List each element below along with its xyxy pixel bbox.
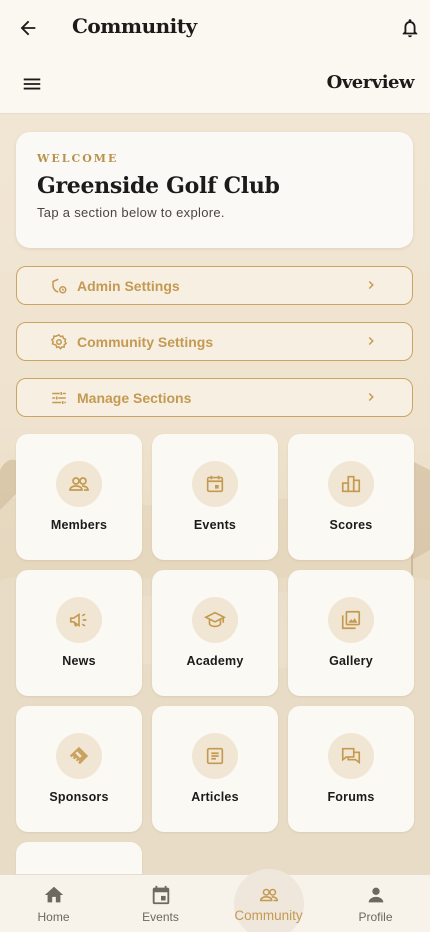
manage-sections-button[interactable]: Manage Sections (16, 378, 413, 417)
section-header: Overview (0, 56, 430, 114)
tile-label: Members (50, 518, 108, 532)
top-app-bar: Community (0, 0, 430, 56)
tile-label: Sponsors (49, 790, 109, 804)
tile-forums[interactable]: Forums (288, 706, 414, 832)
tile-news[interactable]: News (16, 570, 142, 696)
tile-label: Academy (186, 654, 244, 668)
bottom-navigation: Home Events Community Profile (0, 869, 430, 932)
forum-icon (328, 733, 374, 779)
hamburger-icon (23, 78, 41, 90)
tile-label: Scores (329, 518, 373, 532)
handshake-icon (56, 733, 102, 779)
nav-home[interactable]: Home (0, 875, 107, 932)
menu-button[interactable] (12, 64, 52, 104)
nav-label: Profile (358, 910, 393, 924)
members-icon (56, 461, 102, 507)
home-icon (43, 884, 65, 906)
gear-icon (49, 332, 69, 352)
nav-label: Events (142, 910, 179, 924)
welcome-label: WELCOME (37, 152, 119, 165)
tile-events[interactable]: Events (152, 434, 278, 560)
tile-label: Gallery (329, 654, 373, 668)
page-title: Community (72, 14, 197, 38)
section-title: Overview (326, 72, 415, 93)
gallery-icon (328, 597, 374, 643)
arrow-left-icon (20, 20, 36, 36)
admin-settings-icon (49, 276, 69, 296)
megaphone-icon (56, 597, 102, 643)
admin-settings-button[interactable]: Admin Settings (16, 266, 413, 305)
person-icon (365, 884, 387, 906)
tile-label: News (62, 654, 96, 668)
chevron-right-icon (368, 280, 374, 290)
tile-members[interactable]: Members (16, 434, 142, 560)
notifications-button[interactable] (390, 8, 430, 48)
nav-profile[interactable]: Profile (322, 875, 429, 932)
chevron-right-icon (368, 392, 374, 402)
sliders-icon (49, 388, 69, 408)
article-icon (192, 733, 238, 779)
admin-settings-label: Admin Settings (77, 277, 180, 294)
nav-label: Community (234, 908, 303, 923)
welcome-hint: Tap a section below to explore. (37, 205, 225, 220)
tile-gallery[interactable]: Gallery (288, 570, 414, 696)
community-settings-button[interactable]: Community Settings (16, 322, 413, 361)
calendar-icon (192, 461, 238, 507)
chevron-right-icon (368, 336, 374, 346)
tile-label: Forums (327, 790, 375, 804)
bell-icon (402, 19, 418, 38)
welcome-card: WELCOME Greenside Golf Club Tap a sectio… (16, 132, 413, 248)
leaderboard-icon (328, 461, 374, 507)
graduation-cap-icon (192, 597, 238, 643)
tile-academy[interactable]: Academy (152, 570, 278, 696)
community-settings-label: Community Settings (77, 333, 214, 350)
calendar-icon (150, 884, 172, 906)
tile-label: Events (193, 518, 237, 532)
nav-community[interactable]: Community (215, 869, 322, 932)
app-screen: Community Overview WELCOME Greenside Gol… (0, 0, 430, 932)
nav-events[interactable]: Events (107, 875, 214, 932)
club-name: Greenside Golf Club (37, 173, 280, 199)
nav-label: Home (37, 910, 70, 924)
back-button[interactable] (8, 8, 48, 48)
tile-label: Articles (191, 790, 239, 804)
tile-sponsors[interactable]: Sponsors (16, 706, 142, 832)
tile-scores[interactable]: Scores (288, 434, 414, 560)
tile-articles[interactable]: Articles (152, 706, 278, 832)
manage-sections-label: Manage Sections (77, 389, 192, 406)
community-icon (258, 884, 280, 906)
